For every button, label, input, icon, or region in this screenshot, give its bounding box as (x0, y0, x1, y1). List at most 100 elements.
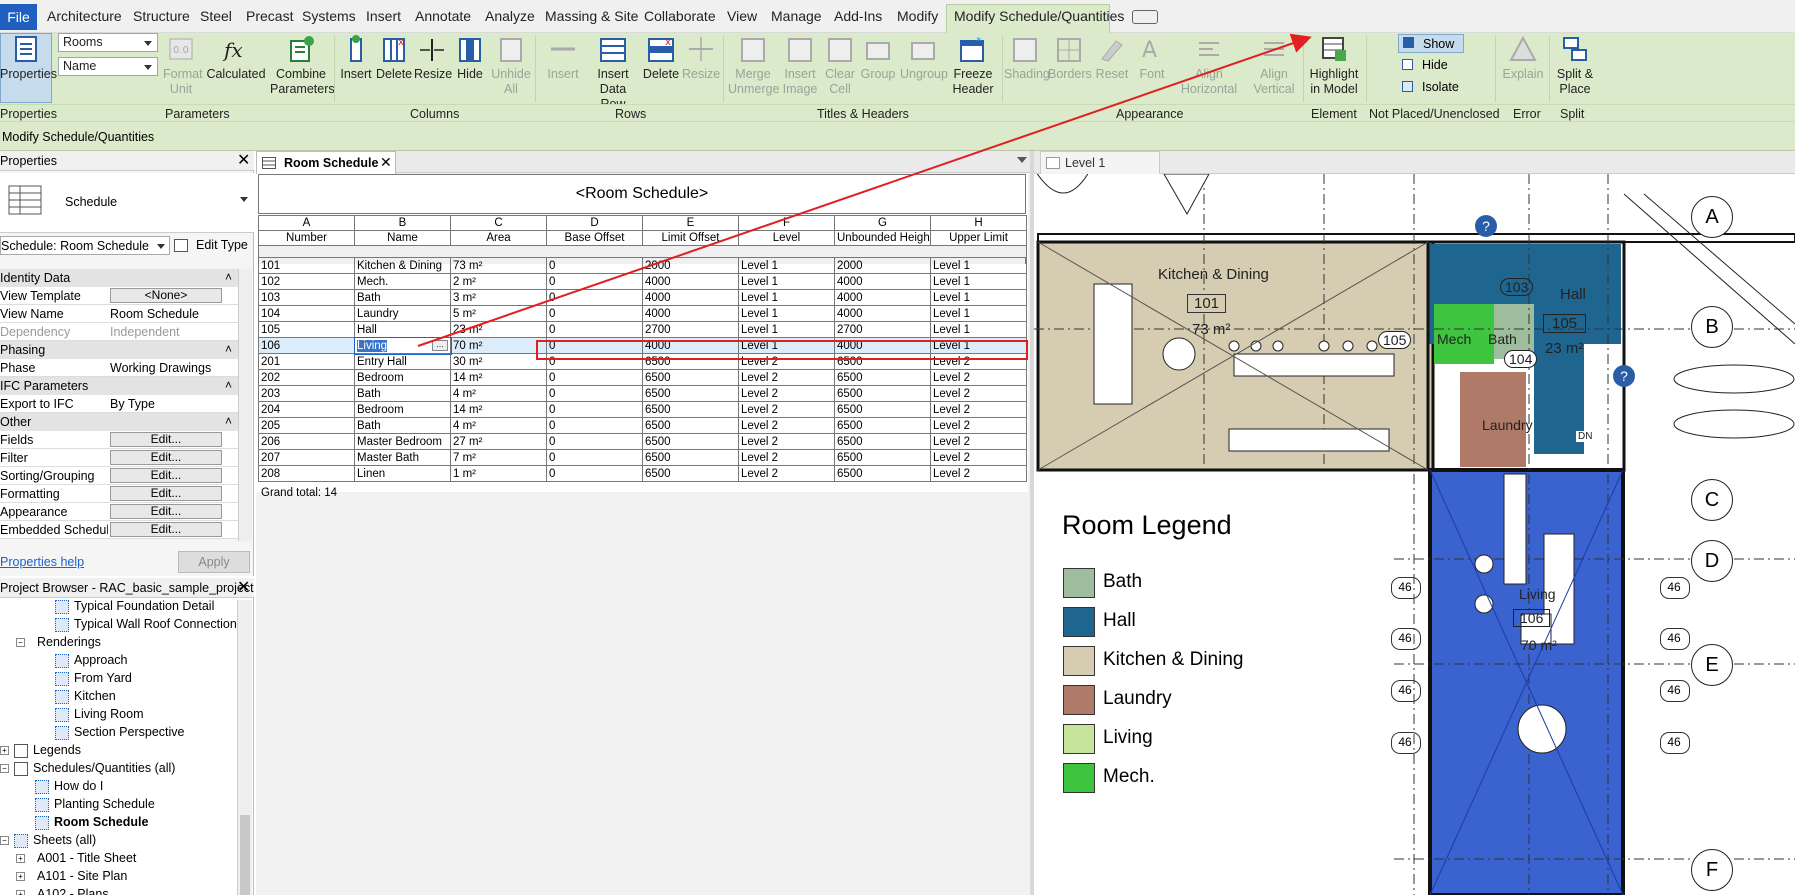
browser-item[interactable]: Typical Wall Roof Connection (74, 617, 237, 631)
table-cell[interactable]: Level 1 (930, 257, 1027, 274)
properties-button[interactable]: Properties (0, 35, 57, 82)
browser-item[interactable]: Living Room (74, 707, 143, 721)
table-cell[interactable]: 14 m² (450, 369, 547, 386)
table-cell[interactable]: Bedroom (354, 369, 451, 386)
table-cell[interactable]: Area (450, 230, 547, 246)
unhide-all-button[interactable]: Unhide All (490, 35, 532, 97)
table-cell[interactable]: Mech. (354, 273, 451, 290)
tab-manage[interactable]: Manage (771, 8, 822, 24)
insert-image-button[interactable]: Insert Image (780, 35, 820, 97)
expand-icon[interactable]: + (16, 854, 25, 863)
column-letter-row[interactable]: ABCDEFGH (258, 215, 1027, 231)
elevation-marker[interactable]: 46 (1660, 732, 1690, 754)
browser-item[interactable]: How do I (54, 779, 103, 793)
tab-structure[interactable]: Structure (133, 8, 190, 24)
resize-column-button[interactable]: Resize (414, 35, 452, 82)
elevation-marker[interactable]: 46 (1660, 577, 1690, 599)
table-cell[interactable]: F (738, 215, 835, 231)
table-cell[interactable]: Level 1 (738, 289, 835, 306)
table-cell[interactable]: Level 2 (930, 385, 1027, 402)
table-cell[interactable]: 2000 (834, 257, 931, 274)
table-cell[interactable]: Laundry (354, 305, 451, 322)
explain-button[interactable]: Explain (1500, 35, 1546, 82)
elevation-marker[interactable]: 46 (1660, 628, 1690, 650)
table-cell[interactable]: 14 m² (450, 401, 547, 418)
show-button[interactable]: Show (1398, 34, 1464, 53)
table-cell[interactable]: 208 (258, 465, 355, 482)
tab-analyze[interactable]: Analyze (485, 8, 535, 24)
table-cell[interactable]: 104 (258, 305, 355, 322)
table-cell[interactable]: Master Bedroom (354, 433, 451, 450)
table-cell[interactable]: 2000 (642, 257, 739, 274)
table-cell[interactable]: Hall (354, 321, 451, 338)
table-cell[interactable]: C (450, 215, 547, 231)
sorting-edit-button[interactable]: Edit... (110, 468, 222, 483)
browser-folder[interactable]: Sheets (all) (33, 833, 96, 847)
table-cell[interactable]: 203 (258, 385, 355, 402)
tab-collaborate[interactable]: Collaborate (644, 8, 716, 24)
quick-access-dropdown-icon[interactable] (1132, 10, 1158, 24)
delete-column-button[interactable]: x Delete (376, 35, 412, 82)
table-cell[interactable]: Level 2 (930, 401, 1027, 418)
table-cell[interactable]: Level 1 (738, 321, 835, 338)
browser-folder[interactable]: Schedules/Quantities (all) (33, 761, 175, 775)
table-row[interactable]: 207 Master Bath 7 m² 0 6500 Level 2 6500 Level … (258, 449, 1027, 466)
table-cell[interactable]: 2 m² (450, 273, 547, 290)
expand-icon[interactable]: + (16, 872, 25, 881)
field-combo[interactable]: Name (58, 57, 158, 76)
table-cell[interactable]: G (834, 215, 931, 231)
room-tag-bath[interactable]: Bath (1488, 331, 1517, 347)
table-cell[interactable]: Level 2 (738, 465, 835, 482)
browser-folder[interactable]: Legends (33, 743, 81, 757)
calculated-button[interactable]: fx Calculated (205, 35, 267, 82)
elevation-marker[interactable]: 46 (1391, 577, 1421, 599)
properties-scrollbar[interactable] (238, 269, 252, 541)
expand-icon[interactable]: + (0, 746, 9, 755)
fields-edit-button[interactable]: Edit... (110, 432, 222, 447)
browser-item[interactable]: Section Perspective (74, 725, 184, 739)
table-cell[interactable]: A (258, 215, 355, 231)
reset-button[interactable]: Reset (1092, 35, 1132, 82)
table-cell[interactable]: 0 (546, 433, 643, 450)
column-header-row[interactable]: Number Name Area Base Offset Limit Offset Lev… (258, 230, 1027, 246)
table-cell[interactable]: 4000 (834, 289, 931, 306)
room-tag-kitchen-number[interactable]: 101 (1187, 294, 1227, 313)
tab-annotate[interactable]: Annotate (415, 8, 471, 24)
table-cell[interactable]: 0 (546, 273, 643, 290)
table-cell[interactable]: 105 (258, 321, 355, 338)
table-cell[interactable]: Level 1 (930, 273, 1027, 290)
insert-column-button[interactable]: Insert (338, 35, 374, 82)
category-combo[interactable]: Rooms (58, 33, 158, 52)
table-cell[interactable]: 6500 (642, 385, 739, 402)
table-cell[interactable]: 6500 (642, 465, 739, 482)
browser-item[interactable]: Planting Schedule (54, 797, 155, 811)
table-row[interactable]: 202 Bedroom 14 m² 0 6500 Level 2 6500 Level 2 (258, 369, 1027, 386)
table-cell[interactable]: Base Offset (546, 230, 643, 246)
tab-steel[interactable]: Steel (200, 8, 232, 24)
table-cell[interactable]: 3 m² (450, 289, 547, 306)
browser-item[interactable]: A102 - Plans (37, 887, 109, 895)
clear-cell-button[interactable]: Clear Cell (822, 35, 858, 97)
table-cell[interactable]: 0 (546, 369, 643, 386)
table-cell[interactable]: Level 2 (930, 369, 1027, 386)
view-template-button[interactable]: <None> (110, 288, 222, 303)
table-cell[interactable]: Level 2 (738, 401, 835, 418)
table-cell[interactable]: Level 1 (930, 321, 1027, 338)
formatting-edit-button[interactable]: Edit... (110, 486, 222, 501)
collapse-icon[interactable]: − (0, 836, 9, 845)
table-cell[interactable]: Limit Offset (642, 230, 739, 246)
grid-bubble-f[interactable]: F (1691, 849, 1733, 891)
tab-insert[interactable]: Insert (366, 8, 401, 24)
table-cell[interactable]: Level 1 (930, 305, 1027, 322)
editing-name-field[interactable]: Living (357, 339, 388, 352)
scrollbar-thumb[interactable] (240, 815, 250, 895)
table-cell[interactable]: 4000 (834, 305, 931, 322)
collapse-icon[interactable]: − (0, 764, 9, 773)
table-row[interactable]: 205 Bath 4 m² 0 6500 Level 2 6500 Level 2 (258, 417, 1027, 434)
merge-unmerge-button[interactable]: Merge Unmerge (728, 35, 779, 97)
table-cell[interactable]: Living… (353, 336, 452, 355)
table-cell[interactable]: Master Bath (354, 449, 451, 466)
tab-overflow-icon[interactable] (1017, 157, 1027, 163)
table-cell[interactable]: 70 m² (450, 337, 547, 354)
apply-button[interactable]: Apply (178, 551, 250, 573)
